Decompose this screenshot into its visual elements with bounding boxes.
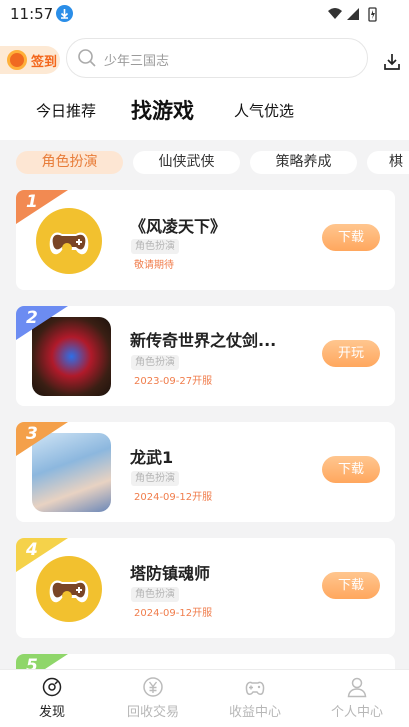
nav-discover[interactable]: 发现 <box>7 676 97 720</box>
search-input[interactable]: 少年三国志 <box>66 38 368 78</box>
chip-strategy[interactable]: 策略养成 <box>250 151 357 174</box>
checkin-button[interactable]: 签到 <box>0 46 60 74</box>
download-notification-icon <box>56 5 73 22</box>
game-tag: 角色扮演 <box>131 239 179 254</box>
game-name: 龙武1 <box>130 448 174 467</box>
game-status: 2023-09-27开服 <box>134 376 213 387</box>
rank-number: 3 <box>26 424 38 444</box>
game-name: 《风凌天下》 <box>130 217 227 236</box>
game-name: 塔防镇魂师 <box>130 564 211 583</box>
status-time: 11:57 <box>10 5 54 23</box>
search-placeholder: 少年三国志 <box>104 54 170 69</box>
download-icon[interactable] <box>382 52 402 72</box>
game-status: 2024-09-12开服 <box>134 492 213 503</box>
gamepad-icon <box>36 208 102 274</box>
play-button[interactable]: 开玩 <box>322 340 380 367</box>
game-tag: 角色扮演 <box>131 355 179 370</box>
rank-number: 1 <box>26 192 38 212</box>
game-tag: 角色扮演 <box>131 587 179 602</box>
system-status-icons <box>328 7 377 22</box>
tab-popular-picks[interactable]: 人气优选 <box>234 100 294 130</box>
chip-xianxia[interactable]: 仙侠武侠 <box>133 151 240 174</box>
game-card[interactable]: 1 《风凌天下》 角色扮演 敬请期待 下载 <box>16 190 395 290</box>
gamepad-icon <box>245 681 265 695</box>
game-status: 2024-09-12开服 <box>134 608 213 619</box>
bottom-nav: 发现 回收交易 收益中心 个人中心 <box>0 669 409 727</box>
user-icon <box>347 677 367 698</box>
game-tag: 角色扮演 <box>131 471 179 486</box>
nav-recycle-trade[interactable]: 回收交易 <box>108 676 198 720</box>
game-name: 新传奇世界之仗剑... <box>130 331 277 350</box>
nav-label: 回收交易 <box>126 705 179 720</box>
rank-number: 4 <box>26 540 38 560</box>
game-status: 敬请期待 <box>134 260 174 271</box>
status-bar: 11:57 <box>0 0 409 28</box>
rank-badge <box>16 306 68 340</box>
category-chips: 角色扮演 仙侠武侠 策略养成 棋 <box>0 148 409 178</box>
nav-label: 发现 <box>38 705 65 720</box>
download-button[interactable]: 下载 <box>322 224 380 251</box>
checkin-label: 签到 <box>31 55 58 70</box>
discover-icon <box>42 677 62 697</box>
tab-find-games[interactable]: 找游戏 <box>131 95 194 125</box>
nav-label: 收益中心 <box>228 705 281 720</box>
rank-number: 2 <box>26 308 38 328</box>
rank-badge <box>16 422 68 456</box>
gamepad-icon <box>36 556 102 622</box>
download-button[interactable]: 下载 <box>322 456 380 483</box>
game-card[interactable]: 3 龙武1 角色扮演 2024-09-12开服 下载 <box>16 422 395 522</box>
chip-role-playing[interactable]: 角色扮演 <box>16 151 123 174</box>
download-button[interactable]: 下载 <box>322 572 380 599</box>
tab-today-recommend[interactable]: 今日推荐 <box>36 100 96 130</box>
game-card[interactable]: 2 新传奇世界之仗剑... 角色扮演 2023-09-27开服 开玩 <box>16 306 395 406</box>
chip-chess[interactable]: 棋 <box>367 151 409 174</box>
top-bar: 签到 少年三国志 今日推荐 找游戏 人气优选 <box>0 28 409 140</box>
yuan-icon <box>143 677 163 697</box>
nav-personal-center[interactable]: 个人中心 <box>312 676 402 720</box>
nav-earnings-center[interactable]: 收益中心 <box>210 676 300 720</box>
nav-label: 个人中心 <box>330 705 383 720</box>
game-card[interactable]: 4 塔防镇魂师 角色扮演 2024-09-12开服 下载 <box>16 538 395 638</box>
search-icon <box>78 49 96 67</box>
coin-icon <box>7 50 27 70</box>
